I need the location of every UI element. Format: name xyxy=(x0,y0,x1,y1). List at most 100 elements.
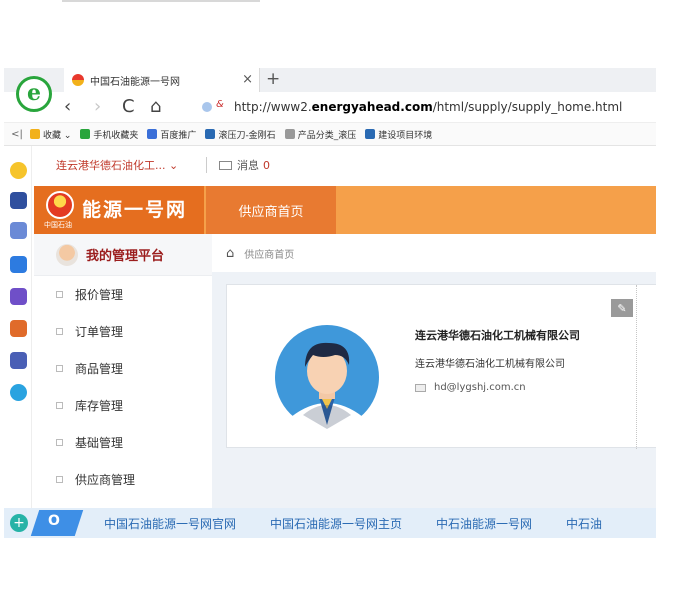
site-header: 能源一号网 中国石油 供应商首页 xyxy=(34,186,656,234)
bullet-icon xyxy=(56,402,63,409)
game2-app-icon[interactable] xyxy=(10,320,27,337)
browser-logo-icon[interactable]: e xyxy=(16,76,52,112)
email-row: hd@lygshj.com.cn xyxy=(415,382,526,393)
sidebar-item-product-management[interactable]: 商品管理 xyxy=(34,350,212,387)
message-count: 0 xyxy=(263,158,270,172)
not-secure-icon[interactable]: & xyxy=(216,99,224,110)
site-logo[interactable]: 能源一号网 中国石油 xyxy=(34,186,204,234)
mail-icon[interactable] xyxy=(219,160,232,170)
bottom-links: 中国石油能源一号网官网 中国石油能源一号网主页 中石油能源一号网 中石油 xyxy=(104,515,636,532)
management-sidebar: 我的管理平台 报价管理 订单管理 商品管理 库存管理 基础管理 供应商管理 xyxy=(34,234,212,508)
sidebar-item-order-management[interactable]: 订单管理 xyxy=(34,313,212,350)
sidebar-item-basic-management[interactable]: 基础管理 xyxy=(34,424,212,461)
favorite-label: 收藏 ⌄ xyxy=(43,130,72,141)
bottom-link-homepage[interactable]: 中国石油能源一号网主页 xyxy=(270,515,402,532)
sidebar-header: 我的管理平台 xyxy=(34,234,212,276)
tab-bar: 中国石油能源一号网 × + xyxy=(4,68,656,92)
favorites-star-icon[interactable] xyxy=(10,162,27,179)
game-app-icon[interactable] xyxy=(10,288,27,305)
avatar xyxy=(56,243,78,266)
bullet-icon xyxy=(56,476,63,483)
address-bar: ‹ › C ⌂ & http://www2.energyahead.com/ht… xyxy=(4,92,656,122)
edit-icon[interactable]: ✎ xyxy=(611,299,633,317)
reader-app-icon[interactable] xyxy=(10,222,27,239)
favorites-bar: <| 收藏 ⌄ 手机收藏夹 百度推广 滚压刀-金刚石 产品分类_滚压 建设项目环… xyxy=(4,122,656,146)
page-content: 连云港华德石油化工... ⌄ 消息 0 能源一号网 中国石油 供应商首页 我的管… xyxy=(34,146,656,508)
favorite-item-product-category[interactable]: 产品分类_滚压 xyxy=(284,128,357,141)
url-path: /html/supply/supply_home.html xyxy=(432,100,623,114)
bottom-bar: + O 中国石油能源一号网官网 中国石油能源一号网主页 中石油能源一号网 中石油 xyxy=(4,508,656,538)
tab-title: 中国石油能源一号网 xyxy=(90,76,180,88)
sidebar-item-inventory-management[interactable]: 库存管理 xyxy=(34,387,212,424)
favorite-item-mobile[interactable]: 手机收藏夹 xyxy=(80,128,138,141)
favorite-item-construction[interactable]: 建设项目环境 xyxy=(365,128,432,141)
favorites-collapse-button[interactable]: <| xyxy=(4,129,30,140)
favorite-label: 滚压刀-金刚石 xyxy=(218,130,276,141)
bottom-link-cut[interactable]: 中石油 xyxy=(566,515,602,532)
supplier-email[interactable]: hd@lygshj.com.cn xyxy=(434,382,526,393)
company-dropdown[interactable]: 连云港华德石油化工... ⌄ xyxy=(56,157,196,173)
bottom-link-short[interactable]: 中石油能源一号网 xyxy=(436,515,532,532)
home-button[interactable]: ⌂ xyxy=(150,96,161,117)
close-tab-icon[interactable]: × xyxy=(242,72,253,87)
brand-subtitle: 中国石油 xyxy=(44,221,72,229)
supplier-company: 连云港华德石油化工机械有限公司 xyxy=(415,359,565,370)
favorite-item-rolling-tool[interactable]: 滚压刀-金刚石 xyxy=(205,128,276,141)
home-icon[interactable]: ⌂ xyxy=(226,246,234,261)
bottom-link-official[interactable]: 中国石油能源一号网官网 xyxy=(104,515,236,532)
favorite-label: 产品分类_滚压 xyxy=(297,130,357,141)
sidebar-item-label: 商品管理 xyxy=(75,362,124,376)
back-button[interactable]: ‹ xyxy=(64,96,71,117)
baidu-icon xyxy=(147,129,158,139)
favorite-label: 建设项目环境 xyxy=(378,130,433,141)
sidebar-item-label: 供应商管理 xyxy=(75,473,136,487)
user-bar: 连云港华德石油化工... ⌄ 消息 0 xyxy=(34,146,656,184)
breadcrumb: ⌂ 供应商首页 xyxy=(212,234,656,272)
tab-supplier-home[interactable]: 供应商首页 xyxy=(206,186,336,234)
favorite-label: 百度推广 xyxy=(160,130,197,141)
sidebar-item-label: 库存管理 xyxy=(75,399,124,413)
add-circle-icon[interactable]: + xyxy=(10,514,28,532)
main-panel: ⌂ 供应商首页 ✎ 连云港华德石油化工机械有限公司 连云港华德石油化工机械有限公… xyxy=(212,234,656,508)
browser-side-strip xyxy=(4,146,32,538)
favorite-label: 手机收藏夹 xyxy=(93,130,139,141)
avatar xyxy=(275,325,379,429)
brand-name: 能源一号网 xyxy=(82,199,188,221)
forward-button[interactable]: › xyxy=(94,96,101,117)
phone-icon xyxy=(80,129,91,139)
pay-app-icon[interactable] xyxy=(10,384,27,401)
sidebar-item-label: 基础管理 xyxy=(75,436,124,450)
browser-window: 中国石油能源一号网 × + e ‹ › C ⌂ & http://www2.en… xyxy=(4,68,656,538)
search-icon[interactable]: O xyxy=(48,513,60,529)
news-app-icon[interactable] xyxy=(10,192,27,209)
tab-energyahead[interactable]: 中国石油能源一号网 × xyxy=(64,68,260,92)
sidebar-item-label: 订单管理 xyxy=(75,325,124,339)
bullet-icon xyxy=(56,439,63,446)
chat-app-icon[interactable] xyxy=(10,256,27,273)
sidebar-item-label: 报价管理 xyxy=(75,288,124,302)
petrochina-emblem-icon xyxy=(46,191,74,219)
messages-link[interactable]: 消息 xyxy=(237,157,259,173)
petrochina-favicon-icon xyxy=(72,74,84,86)
bullet-icon xyxy=(56,328,63,335)
globe-icon xyxy=(365,129,376,139)
bullet-icon xyxy=(56,365,63,372)
divider xyxy=(206,157,207,173)
sidebar-item-quote-management[interactable]: 报价管理 xyxy=(34,276,212,313)
url-prefix: http://www2. xyxy=(234,100,312,114)
favorite-item-collections[interactable]: 收藏 ⌄ xyxy=(30,128,71,141)
email-icon xyxy=(415,383,426,392)
site-info-icon[interactable] xyxy=(202,102,212,112)
url-input[interactable]: http://www2.energyahead.com/html/supply/… xyxy=(234,100,622,114)
sidebar-item-supplier-management[interactable]: 供应商管理 xyxy=(34,461,212,498)
card-divider xyxy=(636,285,637,449)
favorite-item-baidu[interactable]: 百度推广 xyxy=(147,128,196,141)
supplier-name: 连云港华德石油化工机械有限公司 xyxy=(415,329,580,342)
doc-icon xyxy=(284,129,295,139)
refresh-button[interactable]: C xyxy=(122,96,135,117)
breadcrumb-current: 供应商首页 xyxy=(244,249,295,261)
eye-icon xyxy=(205,129,216,139)
game3-app-icon[interactable] xyxy=(10,352,27,369)
supplier-profile-card: ✎ 连云港华德石油化工机械有限公司 连云港华德石油化工机械有限公司 hd@lyg… xyxy=(226,284,656,449)
new-tab-button[interactable]: + xyxy=(266,69,280,89)
